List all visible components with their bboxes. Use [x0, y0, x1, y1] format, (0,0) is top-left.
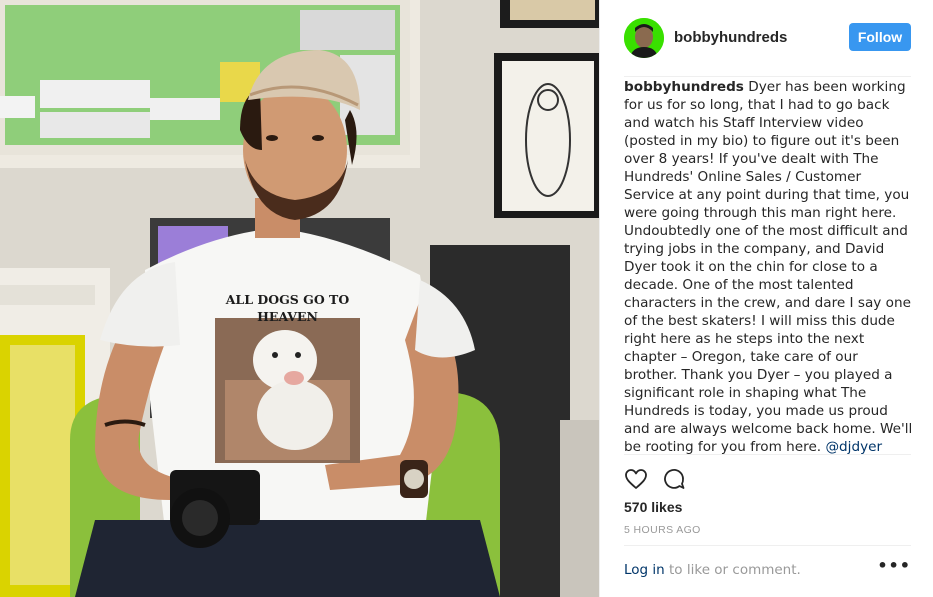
- post-side-panel: bobbyhundreds Follow bobbyhundreds Dyer …: [599, 0, 933, 597]
- post-footer: Log in to like or comment. •••: [624, 556, 911, 582]
- shirt-text: ALL DOGS GO TO HEAVEN: [210, 291, 365, 325]
- avatar-portrait-icon: [624, 18, 664, 58]
- speech-bubble-icon: [664, 468, 685, 489]
- caption-text: Dyer has been working for us for so long…: [624, 79, 913, 455]
- caption-mention-link[interactable]: @djdyer: [825, 439, 882, 455]
- shirt-text-line1: ALL DOGS GO TO: [225, 292, 350, 307]
- post-actions: [622, 465, 688, 493]
- caption-username[interactable]: bobbyhundreds: [624, 79, 744, 95]
- footer-divider: [624, 545, 911, 546]
- login-link[interactable]: Log in: [624, 562, 665, 578]
- post-username[interactable]: bobbyhundreds: [674, 29, 787, 46]
- heart-outline-icon: [625, 469, 647, 489]
- caption-divider: [624, 454, 911, 455]
- like-button[interactable]: [622, 465, 650, 493]
- post-header: bobbyhundreds Follow: [600, 0, 933, 75]
- login-prompt-text: to like or comment.: [664, 562, 801, 578]
- avatar[interactable]: [624, 18, 664, 58]
- likes-count[interactable]: 570 likes: [624, 499, 682, 515]
- post-caption: bobbyhundreds Dyer has been working for …: [624, 78, 914, 456]
- follow-button[interactable]: Follow: [849, 23, 911, 51]
- comment-button[interactable]: [660, 465, 688, 493]
- post-timestamp[interactable]: 5 HOURS AGO: [624, 524, 701, 536]
- ellipsis-icon[interactable]: •••: [877, 556, 911, 575]
- header-divider: [624, 76, 911, 77]
- shirt-text-line2: HEAVEN: [257, 309, 318, 324]
- post-photo[interactable]: ALL DOGS GO TO HEAVEN: [0, 0, 599, 597]
